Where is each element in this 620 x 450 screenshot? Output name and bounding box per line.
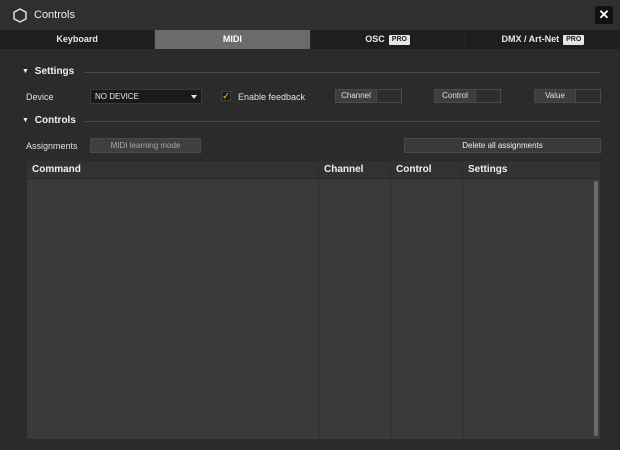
pro-badge: PRO xyxy=(388,35,410,45)
column-header-command[interactable]: Command xyxy=(32,164,81,175)
tab-osc[interactable]: OSC PRO xyxy=(309,30,465,49)
assignments-label: Assignments xyxy=(26,141,78,151)
device-value: NO DEVICE xyxy=(95,92,140,101)
value-value[interactable] xyxy=(576,90,600,102)
tab-dmx-art-net[interactable]: DMX / Art-Net PRO xyxy=(464,30,620,49)
close-button[interactable]: ✕ xyxy=(595,6,613,24)
control-field[interactable]: Control xyxy=(434,89,501,103)
enable-feedback-checkbox[interactable]: ✓ xyxy=(221,91,231,101)
enable-feedback-label: Enable feedback xyxy=(238,92,306,102)
value-field[interactable]: Value xyxy=(534,89,601,103)
tab-label: Keyboard xyxy=(56,34,98,44)
column-divider xyxy=(462,161,463,439)
tab-midi[interactable]: MIDI xyxy=(154,30,310,49)
vertical-scrollbar[interactable] xyxy=(594,181,598,436)
channel-value[interactable] xyxy=(377,90,401,102)
collapse-arrow-icon: ▼ xyxy=(22,117,29,124)
column-divider xyxy=(390,161,391,439)
divider xyxy=(84,121,600,122)
hexagon-icon xyxy=(13,8,27,23)
control-value[interactable] xyxy=(476,90,500,102)
control-label: Control xyxy=(435,90,476,102)
tab-keyboard[interactable]: Keyboard xyxy=(0,30,154,49)
tab-bar: Keyboard MIDI OSC PRO DMX / Art-Net PRO xyxy=(0,30,620,49)
tab-label: OSC xyxy=(365,34,385,44)
midi-learning-mode-button[interactable]: MIDI learning mode xyxy=(90,138,201,153)
channel-label: Channel xyxy=(336,90,377,102)
settings-section-toggle[interactable]: ▼ Settings xyxy=(22,66,74,77)
title-bar: Controls ✕ xyxy=(0,0,620,30)
value-label: Value xyxy=(535,90,576,102)
controls-section-toggle[interactable]: ▼ Controls xyxy=(22,115,76,126)
assignments-table: Command Channel Control Settings xyxy=(26,160,601,440)
tab-label: DMX / Art-Net xyxy=(501,34,560,44)
table-header: Command Channel Control Settings xyxy=(27,161,600,179)
pro-badge: PRO xyxy=(563,35,585,45)
divider xyxy=(84,72,600,73)
device-label: Device xyxy=(26,92,54,102)
delete-all-assignments-button[interactable]: Delete all assignments xyxy=(404,138,601,153)
column-header-control[interactable]: Control xyxy=(396,164,432,175)
channel-field[interactable]: Channel xyxy=(335,89,402,103)
settings-header: Settings xyxy=(34,66,75,77)
tab-label: MIDI xyxy=(222,34,242,44)
chevron-down-icon xyxy=(191,95,197,99)
column-header-channel[interactable]: Channel xyxy=(324,164,363,175)
collapse-arrow-icon: ▼ xyxy=(22,68,29,75)
window-title: Controls xyxy=(34,9,75,21)
column-header-settings[interactable]: Settings xyxy=(468,164,507,175)
column-divider xyxy=(318,161,319,439)
controls-header: Controls xyxy=(34,115,76,126)
device-select[interactable]: NO DEVICE xyxy=(90,89,202,104)
